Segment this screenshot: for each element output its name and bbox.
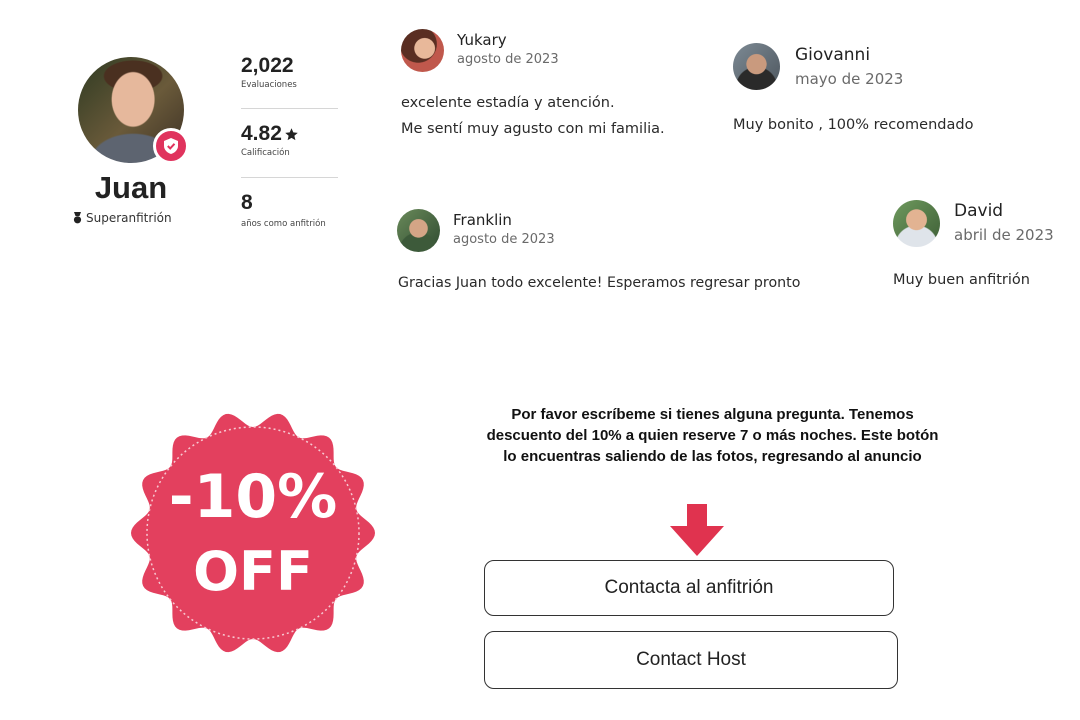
discount-percent: -10% [168, 462, 338, 532]
verified-badge [153, 128, 189, 164]
review-text-line: excelente estadía y atención. [401, 95, 615, 111]
discount-off: OFF [193, 540, 313, 603]
superhost-medal-icon [73, 212, 82, 224]
review-text-line: Muy bonito , 100% recomendado [733, 117, 974, 133]
stat-years: 8 años como anfitrión [241, 191, 326, 229]
stat-rating-label: Calificación [241, 148, 290, 158]
review-text-line: Muy buen anfitrión [893, 272, 1030, 288]
superhost-label: Superanfitrión [73, 211, 172, 225]
review-text-line: Me sentí muy agusto con mi familia. [401, 121, 665, 137]
contact-host-button-en[interactable]: Contact Host [484, 631, 898, 689]
review-text: Gracias Juan todo excelente! Esperamos r… [398, 270, 800, 296]
review-date: agosto de 2023 [457, 52, 559, 67]
reviewer-avatar[interactable] [893, 200, 940, 247]
stat-years-label: años como anfitrión [241, 219, 326, 229]
reviewer-name: Giovanni [795, 45, 871, 65]
shield-check-icon [164, 138, 178, 154]
superhost-text: Superanfitrión [86, 211, 172, 225]
reviewer-name: Franklin [453, 211, 512, 229]
review-text: Muy bonito , 100% recomendado [733, 112, 973, 138]
stat-rating-value: 4.82 [241, 122, 282, 145]
host-name: Juan [94, 170, 168, 205]
reviewer-name: David [954, 201, 1004, 221]
reviewer-avatar[interactable] [733, 43, 780, 90]
stat-divider [241, 177, 338, 178]
star-icon [285, 127, 298, 140]
contact-host-button-es[interactable]: Contacta al anfitrión [484, 560, 894, 616]
stat-divider [241, 108, 338, 109]
review-date: abril de 2023 [954, 226, 1054, 244]
reviewer-avatar[interactable] [397, 209, 440, 252]
reviewer-name: Yukary [457, 31, 507, 49]
stat-reviews: 2,022 Evaluaciones [241, 54, 297, 90]
review-date: mayo de 2023 [795, 70, 904, 88]
arrow-down-icon [670, 504, 724, 556]
review-date: agosto de 2023 [453, 232, 555, 247]
stat-reviews-value: 2,022 [241, 54, 294, 77]
review-text: excelente estadía y atención. Me sentí m… [401, 90, 665, 142]
discount-badge [131, 413, 375, 653]
reviewer-avatar[interactable] [401, 29, 444, 72]
promo-message: Por favor escríbeme si tienes alguna pre… [440, 404, 985, 467]
promo-message-line: Por favor escríbeme si tienes alguna pre… [511, 406, 914, 423]
review-text-line: Gracias Juan todo excelente! Esperamos r… [398, 275, 801, 291]
review-text: Muy buen anfitrión [893, 267, 1030, 293]
promo-message-line: lo encuentras saliendo de las fotos, reg… [503, 448, 922, 465]
stat-rating: 4.82 Calificación [241, 122, 299, 158]
stat-years-value: 8 [241, 191, 253, 214]
stat-reviews-label: Evaluaciones [241, 80, 297, 90]
promo-message-line: descuento del 10% a quien reserve 7 o má… [486, 427, 939, 444]
